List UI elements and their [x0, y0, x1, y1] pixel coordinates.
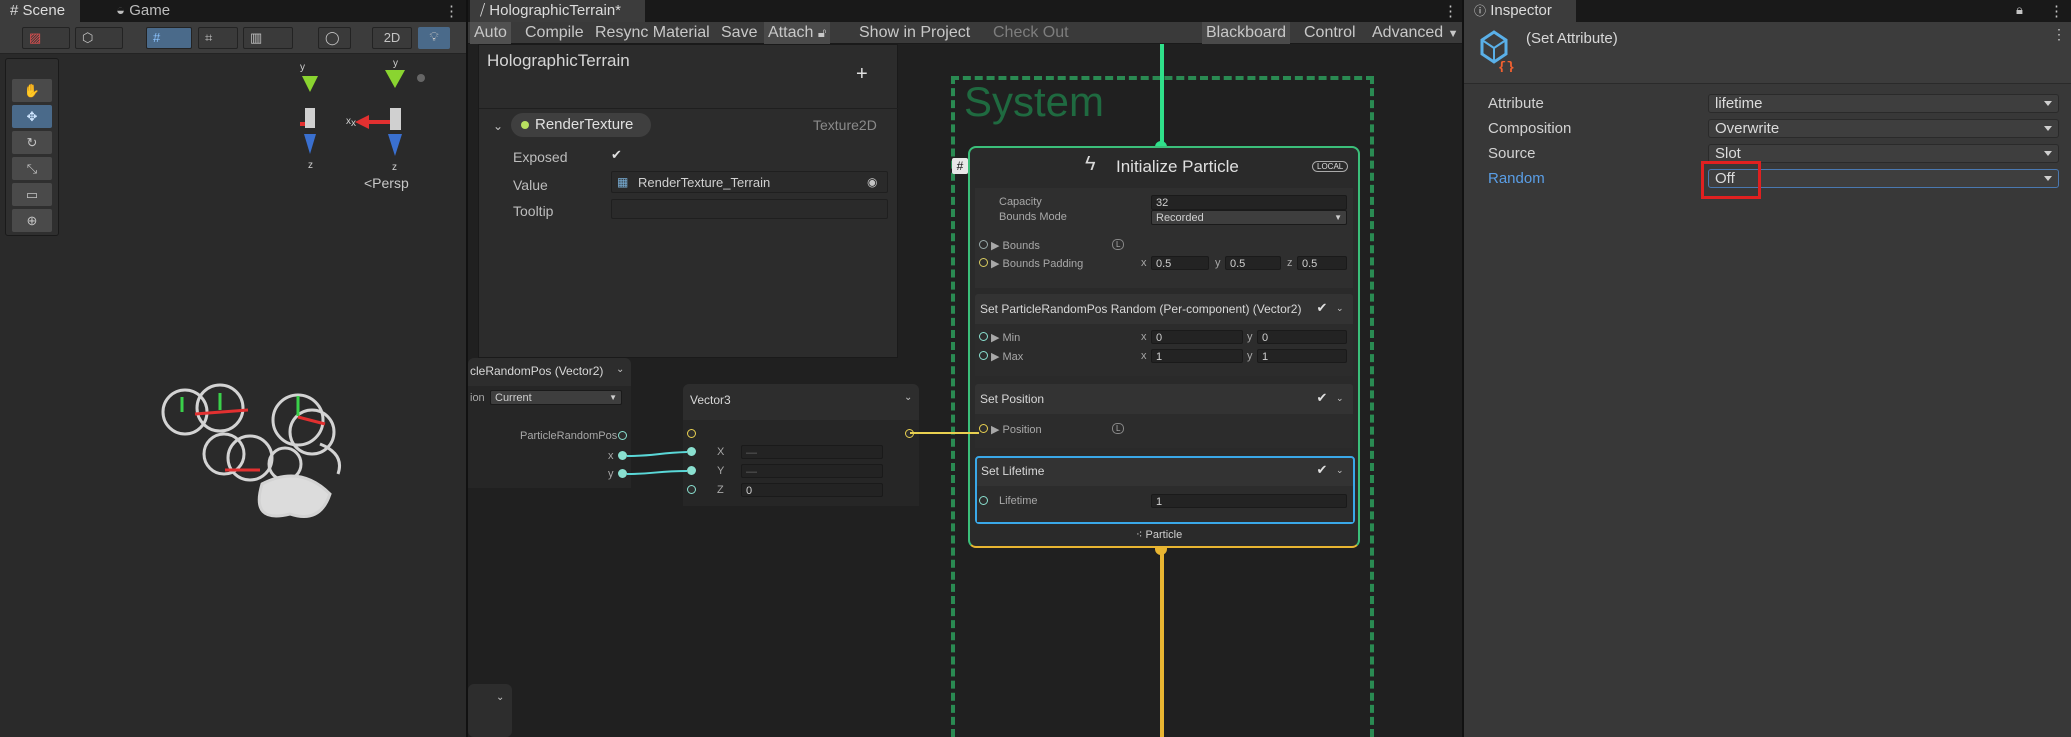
increment-snap-button[interactable]: ⌗	[198, 27, 238, 49]
btn-2d-dup[interactable]: 2D	[372, 27, 412, 49]
connection-wires	[626, 432, 979, 475]
grid-snap-icon: #	[153, 30, 161, 45]
brush-icon: ▨	[29, 30, 42, 45]
sphere-icon: ◯	[325, 30, 340, 45]
composition-dropdown[interactable]: Overwrite	[1708, 119, 2059, 138]
inspector-menu-icon[interactable]: ⋮	[2049, 2, 2064, 20]
inspector-header: {} (Set Attribute) ⋮	[1464, 22, 2071, 84]
persp-label-dup[interactable]: <Persp	[364, 175, 409, 191]
gizmo-y-text: y	[393, 60, 398, 69]
random-label: Random	[1488, 170, 1545, 187]
view-gizmo[interactable]	[340, 60, 341, 61]
align-button[interactable]: ▥	[243, 27, 293, 49]
inspector-panel: ⓘ Inspector 🔒︎ ⋮ {} (Set Attribute) ⋮ At…	[1462, 0, 2071, 737]
scene-panel: # Scene ◒ Game ▨ ⬡ # ⌗ ▥ ◯ ✋ ✥ ↻ ⤡ ▭ ⊕	[0, 0, 351, 737]
lightbulb-icon: 💡︎	[429, 29, 439, 44]
source-label: Source	[1488, 145, 1536, 162]
chevron-down-icon	[2044, 126, 2052, 131]
render-mode-button[interactable]: ◯	[318, 27, 351, 49]
grid-icon: #	[10, 2, 19, 19]
shading-button[interactable]: ⬡	[75, 27, 123, 49]
attribute-dropdown[interactable]: lifetime	[1708, 94, 2059, 113]
chevron-down-icon[interactable]: ⌄	[496, 692, 504, 703]
axis-gizmo[interactable]	[340, 60, 351, 61]
attribute-label: Attribute	[1488, 95, 1544, 112]
chevron-down-icon	[2044, 176, 2052, 181]
vfx-graph-panel: ⧸ HolographicTerrain* ⋮ Auto Compile Res…	[466, 0, 1464, 737]
inspector-title: (Set Attribute)	[1526, 30, 1618, 47]
tab-game[interactable]: ◒ Game	[106, 0, 180, 22]
info-icon: ⓘ	[1474, 4, 1487, 18]
gizmo-z-text: z	[392, 162, 397, 173]
tab-inspector[interactable]: ⓘ Inspector	[1464, 0, 1576, 22]
scene-menu-button[interactable]: ⋮	[444, 2, 459, 20]
chevron-down-icon	[2044, 101, 2052, 106]
scene-gizmo-main[interactable]: y x z	[351, 60, 466, 175]
snap-icon: ⌗	[205, 30, 213, 45]
partial-node[interactable]: ⌄	[468, 684, 512, 737]
scene-toolbar: ▨ ⬡ # ⌗ ▥ ◯	[0, 22, 351, 54]
gamepad-icon: ◒	[116, 2, 126, 19]
chevron-down-icon	[2044, 151, 2052, 156]
cube-icon: ⬡	[82, 30, 94, 45]
highlight-box	[1701, 161, 1761, 199]
gizmo-z-label: z	[308, 160, 313, 171]
grid-snap-button[interactable]: #	[146, 27, 192, 49]
svg-text:{}: {}	[1498, 60, 1514, 72]
composition-label: Composition	[1488, 120, 1572, 137]
gizmo-x-text: x	[351, 118, 356, 129]
scene-gizmo-svg[interactable]: y z	[300, 62, 351, 192]
align-icon: ▥	[250, 30, 263, 45]
header-menu-icon[interactable]: ⋮	[2052, 26, 2066, 43]
lighting-toggle-dup[interactable]: 💡︎	[418, 27, 450, 49]
gizmo-y-label: y	[300, 62, 305, 73]
lock-icon[interactable]: 🔒︎	[2016, 2, 2023, 18]
scene-viewport[interactable]	[0, 54, 351, 737]
tab-scene[interactable]: # Scene	[0, 0, 80, 22]
vfx-block-icon: {}	[1480, 30, 1514, 72]
draw-mode-button[interactable]: ▨	[22, 27, 70, 49]
